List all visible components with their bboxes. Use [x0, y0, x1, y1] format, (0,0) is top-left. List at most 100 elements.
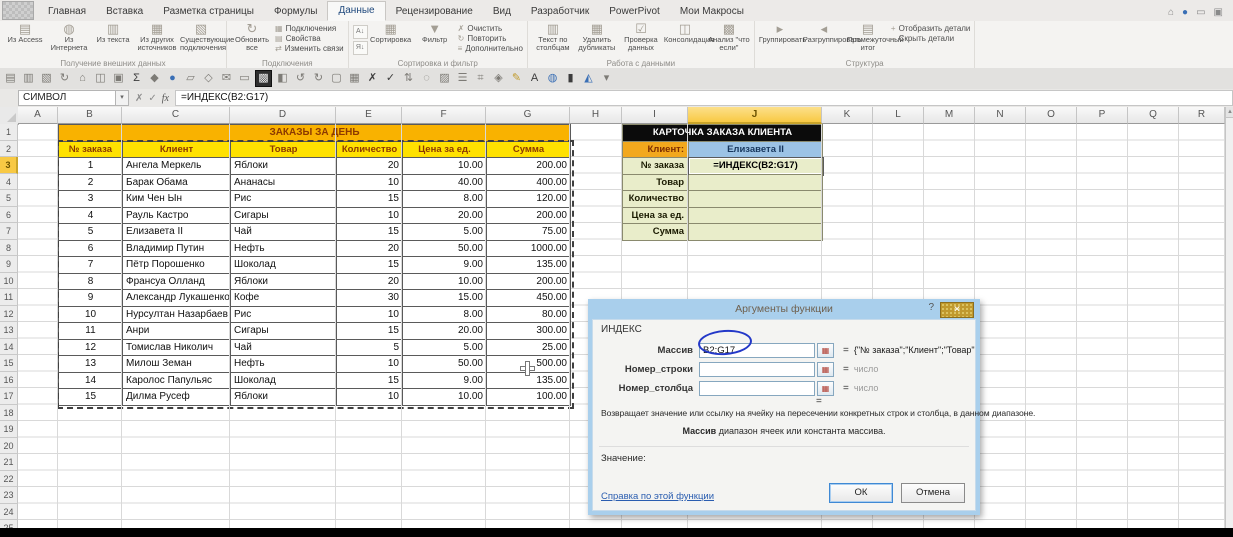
orders-cell[interactable]: Кофе — [231, 290, 337, 307]
row-header-13[interactable]: 13 — [0, 322, 18, 339]
tab-9[interactable]: PowerPivot — [599, 3, 670, 21]
select-icon[interactable]: ▣ — [111, 71, 126, 86]
range-picker-icon[interactable]: ▦ — [817, 342, 834, 358]
function-help-link[interactable]: Справка по этой функции — [601, 491, 714, 502]
edit-links-button[interactable]: ⇄ Изменить связи — [275, 44, 344, 53]
column-header-P[interactable]: P — [1077, 107, 1128, 124]
frame-icon[interactable]: ▭ — [237, 71, 252, 86]
column-header-G[interactable]: G — [486, 107, 570, 124]
row-header-7[interactable]: 7 — [0, 223, 18, 240]
dialog-close-icon[interactable]: ✕ — [940, 302, 974, 318]
orders-cell[interactable]: Яблоки — [231, 158, 337, 175]
row-header-20[interactable]: 20 — [0, 437, 18, 454]
column-header-B[interactable]: B — [58, 107, 122, 124]
orders-cell[interactable]: 450.00 — [487, 290, 571, 307]
orders-cell[interactable]: 135.00 — [487, 257, 571, 274]
orders-cell[interactable]: 120.00 — [487, 191, 571, 208]
dialog-help-icon[interactable]: ? — [928, 302, 934, 313]
orders-cell[interactable]: 14 — [59, 372, 123, 389]
consolidate-button[interactable]: ◫ Консолидация — [664, 22, 714, 44]
orders-cell[interactable]: 15 — [337, 257, 403, 274]
orders-cell[interactable]: 10 — [337, 389, 403, 406]
orders-cell[interactable]: 1 — [59, 158, 123, 175]
orders-cell[interactable]: 75.00 — [487, 224, 571, 241]
orders-cell[interactable]: 400.00 — [487, 174, 571, 191]
font-icon[interactable]: A — [527, 71, 542, 86]
comment-icon[interactable]: ◍ — [545, 71, 560, 86]
row-header-10[interactable]: 10 — [0, 272, 18, 289]
orders-cell[interactable]: 200.00 — [487, 158, 571, 175]
client-card-table[interactable]: КАРТОЧКА ЗАКАЗА КЛИЕНТА Клиент: Елизавета … — [622, 124, 824, 241]
orders-cell[interactable]: 50.00 — [403, 240, 487, 257]
orders-cell[interactable]: 15 — [59, 389, 123, 406]
fill-icon[interactable]: ▨ — [437, 71, 452, 86]
column-header-H[interactable]: H — [570, 107, 622, 124]
circle-icon[interactable]: ◌ — [419, 71, 434, 86]
card-value[interactable]: Елизавета II — [689, 141, 823, 158]
orders-cell[interactable]: 300.00 — [487, 323, 571, 340]
clear-filter-button[interactable]: ✗ Очистить — [458, 24, 523, 33]
row-header-21[interactable]: 21 — [0, 454, 18, 471]
column-header-C[interactable]: C — [122, 107, 230, 124]
card-value[interactable] — [689, 174, 823, 191]
column-header-A[interactable]: A — [18, 107, 58, 124]
row-header-12[interactable]: 12 — [0, 305, 18, 322]
column-header-F[interactable]: F — [402, 107, 486, 124]
hide-detail-button[interactable]: − Скрыть детали — [891, 34, 971, 43]
range-picker-icon[interactable]: ▦ — [817, 380, 834, 396]
text-to-columns-button[interactable]: ▥ Текст по столбцам — [532, 22, 574, 52]
row-header-3[interactable]: 3 — [0, 157, 18, 174]
orders-cell[interactable]: Каролос Папульяс — [123, 372, 231, 389]
existing-connections-button[interactable]: ▧ Существующие подключения — [180, 22, 234, 52]
bar-icon[interactable]: ▮ — [563, 71, 578, 86]
range-picker-icon[interactable]: ▦ — [817, 361, 834, 377]
from-other-sources-button[interactable]: ▦ Из других источников — [136, 22, 178, 52]
connections-button[interactable]: ▦ Подключения — [275, 24, 344, 33]
insert-function-icon[interactable]: fx — [162, 93, 169, 104]
orders-cell[interactable]: 5.00 — [403, 224, 487, 241]
cancel-entry-icon[interactable]: ✗ — [135, 93, 143, 104]
orders-cell[interactable]: Чай — [231, 224, 337, 241]
orders-cell[interactable]: 15.00 — [403, 290, 487, 307]
field-input[interactable] — [699, 361, 815, 377]
filter-button[interactable]: ▼ Фильтр — [414, 22, 456, 44]
orders-cell[interactable]: Александр Лукашенко — [123, 290, 231, 307]
tab-7[interactable]: Вид — [483, 3, 521, 21]
row-header-19[interactable]: 19 — [0, 421, 18, 438]
confirm-entry-icon[interactable]: ✓ — [148, 93, 156, 104]
checkerboard-icon[interactable]: ▩ — [255, 70, 272, 87]
orders-cell[interactable]: Ангела Меркель — [123, 158, 231, 175]
orders-table[interactable]: ЗАКАЗЫ ЗА ДЕНЬ № заказа Клиент Товар Количес… — [58, 124, 571, 406]
orders-cell[interactable]: Ким Чен Ын — [123, 191, 231, 208]
orders-cell[interactable]: 135.00 — [487, 372, 571, 389]
formula-input[interactable]: =ИНДЕКС(B2:G17) — [175, 90, 1233, 106]
orders-cell[interactable]: Елизавета II — [123, 224, 231, 241]
tab-1[interactable]: Главная — [38, 3, 96, 21]
orders-cell[interactable]: 10 — [337, 356, 403, 373]
orders-cell[interactable]: Яблоки — [231, 273, 337, 290]
orders-cell[interactable]: 20.00 — [403, 323, 487, 340]
orders-cell[interactable]: 50.00 — [403, 356, 487, 373]
confirm-icon[interactable]: ✓ — [383, 71, 398, 86]
orders-cell[interactable]: 3 — [59, 191, 123, 208]
column-header-R[interactable]: R — [1179, 107, 1225, 124]
orders-cell[interactable]: 13 — [59, 356, 123, 373]
vertical-scrollbar[interactable]: ▲ — [1225, 107, 1233, 528]
orders-cell[interactable]: 20 — [337, 273, 403, 290]
column-header-K[interactable]: K — [822, 107, 873, 124]
row-header-9[interactable]: 9 — [0, 256, 18, 273]
save-icon[interactable]: ▤ — [3, 71, 18, 86]
orders-cell[interactable]: 15 — [337, 191, 403, 208]
rows-icon[interactable]: ☰ — [455, 71, 470, 86]
row-header-17[interactable]: 17 — [0, 388, 18, 405]
restore-icon[interactable]: ▣ — [1214, 8, 1223, 18]
window-icon[interactable]: ◫ — [93, 71, 108, 86]
orders-cell[interactable]: 200.00 — [487, 273, 571, 290]
remove-duplicates-button[interactable]: ▦ Удалить дубликаты — [576, 22, 618, 52]
sort-mini-button-1[interactable]: А↓ — [352, 25, 368, 39]
borders-icon[interactable]: ▧ — [39, 71, 54, 86]
row-header-18[interactable]: 18 — [0, 404, 18, 421]
name-box[interactable]: СИМВОЛ — [18, 90, 116, 106]
orders-cell[interactable]: Сигары — [231, 323, 337, 340]
card-value[interactable] — [689, 207, 823, 224]
